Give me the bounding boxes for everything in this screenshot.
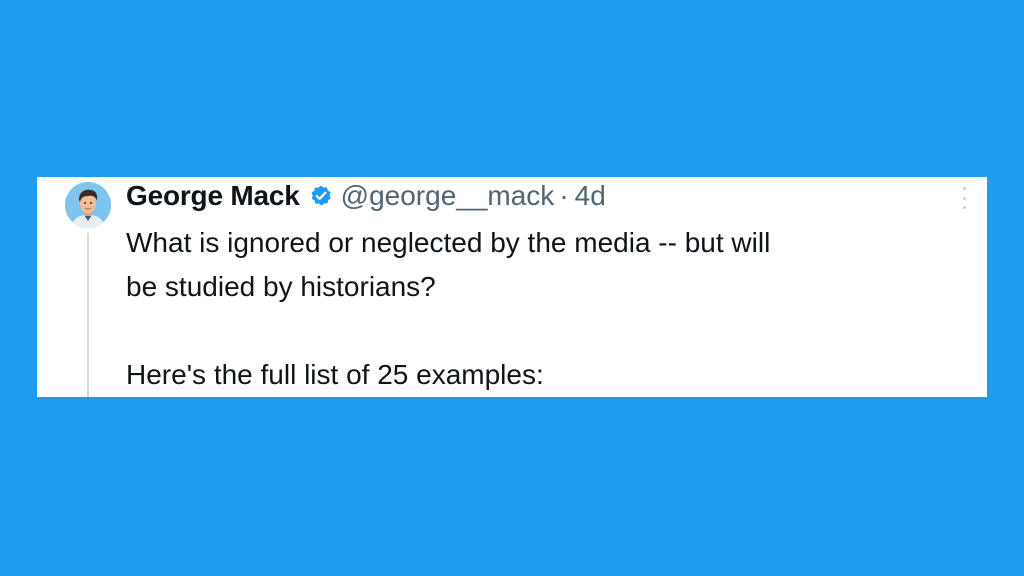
tweet-text-line: Here's the full list of 25 examples: [126, 359, 544, 390]
avatar[interactable] [65, 182, 111, 228]
tweet-text-line: be studied by historians? [126, 271, 436, 302]
thread-connector-line [87, 233, 89, 397]
more-options-icon[interactable] [959, 187, 969, 209]
more-dot [962, 196, 966, 200]
timestamp[interactable]: 4d [575, 180, 606, 212]
tweet-card[interactable]: George Mack @george__mack · 4d What is i… [37, 177, 987, 397]
tweet-text-line: What is ignored or neglected by the medi… [126, 227, 771, 258]
tweet-body: What is ignored or neglected by the medi… [126, 221, 956, 397]
more-dot [962, 206, 966, 209]
avatar-illustration-icon [65, 182, 111, 228]
author-name[interactable]: George Mack [126, 180, 300, 212]
author-handle[interactable]: @george__mack [341, 180, 555, 212]
verified-badge-icon [309, 184, 333, 208]
tweet-header: George Mack @george__mack · 4d [126, 178, 606, 214]
separator-dot: · [559, 180, 569, 211]
more-dot [962, 187, 966, 190]
